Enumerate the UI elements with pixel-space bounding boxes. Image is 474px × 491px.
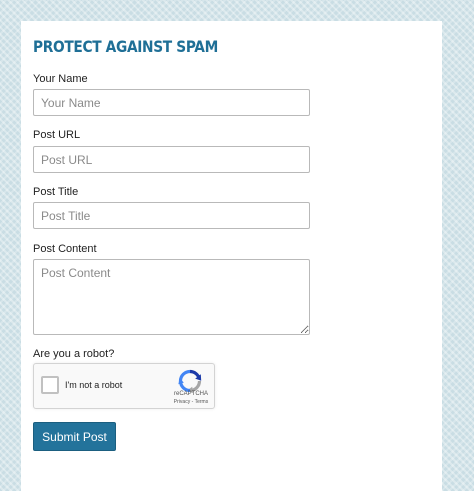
recaptcha-logo-icon <box>178 369 202 393</box>
url-label: Post URL <box>33 129 81 141</box>
recaptcha-checkbox[interactable] <box>41 376 59 394</box>
robot-question-label: Are you a robot? <box>33 348 115 360</box>
recaptcha-privacy-link[interactable]: Privacy <box>174 399 190 405</box>
recaptcha-link-separator: - <box>191 399 194 405</box>
recaptcha-label: I'm not a robot <box>65 380 123 390</box>
submit-post-button[interactable]: Submit Post <box>33 422 116 451</box>
spam-protection-form: PROTECT AGAINST SPAM Your Name Post URL … <box>21 21 442 491</box>
post-content-label: Post Content <box>33 243 97 255</box>
recaptcha-links: Privacy - Terms <box>166 399 216 405</box>
name-input[interactable] <box>33 89 310 116</box>
url-input[interactable] <box>33 146 310 173</box>
post-title-label: Post Title <box>33 186 79 198</box>
name-label: Your Name <box>33 73 88 85</box>
recaptcha-widget: I'm not a robot reCAPTCHA Privacy - Term… <box>33 363 215 409</box>
post-title-input[interactable] <box>33 202 310 229</box>
form-title: PROTECT AGAINST SPAM <box>33 37 218 56</box>
recaptcha-brand: reCAPTCHA <box>173 391 208 397</box>
recaptcha-terms-link[interactable]: Terms <box>195 399 209 405</box>
post-content-textarea[interactable] <box>33 259 310 335</box>
